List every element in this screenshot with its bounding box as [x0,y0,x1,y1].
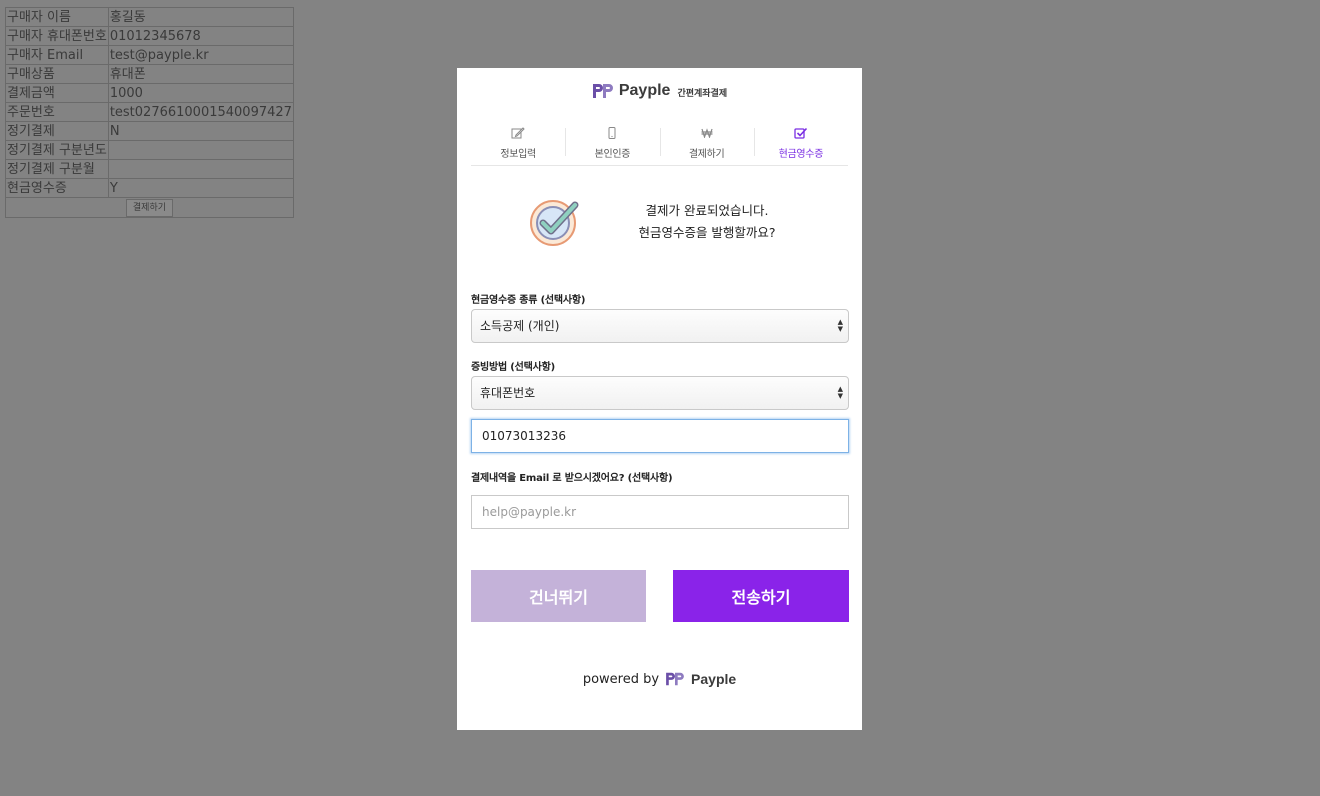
email-label: 결제내역을 Email 로 받으시겠어요? (선택사항) [471,473,673,484]
order-row-label: 결제금액 [5,83,109,103]
order-row: 구매자 이름 홍길동 [5,7,294,27]
complete-message: 결제가 완료되었습니다. 현금영수증을 발행할까요? [627,200,787,244]
step-label: 현금영수증 [778,149,824,160]
powered-by-footer: powered by Payple [457,671,862,687]
order-row: 구매자 휴대폰번호 01012345678 [5,26,294,46]
proof-method-select[interactable]: 휴대폰번호 ▲ ▼ [471,376,849,410]
complete-line-2: 현금영수증을 발행할까요? [638,225,776,240]
order-row-value [107,140,294,160]
email-input[interactable]: help@payple.kr [471,495,849,529]
select-arrows-icon: ▲ ▼ [837,385,843,400]
step-tabs: 정보입력 본인인증 결제하기 현금영수증 [471,126,848,166]
payple-logo-icon [666,672,684,686]
receipt-type-select[interactable]: 소득공제 (개인) ▲ ▼ [471,309,849,343]
step-info[interactable]: 정보입력 [471,126,565,165]
order-row: 정기결제 구분월 [5,159,294,179]
order-row-label: 구매자 이름 [5,7,109,27]
proof-method-label: 증빙방법 (선택사항) [471,362,556,373]
proof-method-value: 휴대폰번호 [480,386,536,400]
order-row: 정기결제 N [5,121,294,141]
phone-number-value: 01073013236 [482,429,566,443]
order-row: 구매상품 휴대폰 [5,64,294,84]
won-icon [701,126,713,140]
select-arrows-icon: ▲ ▼ [837,318,843,333]
order-row: 현금영수증 Y [5,178,294,198]
order-row: 구매자 Email test@payple.kr [5,45,294,65]
order-row-label: 구매자 휴대폰번호 [5,26,109,46]
order-row: 정기결제 구분년도 [5,140,294,160]
payple-logo-icon [592,84,613,98]
send-button[interactable]: 전송하기 [673,570,849,622]
order-row-label: 정기결제 구분월 [5,159,109,179]
pay-button[interactable]: 결제하기 [125,199,174,217]
order-row-value: N [107,121,294,141]
step-label: 본인인증 [594,149,631,160]
order-row-label: 정기결제 [5,121,109,141]
payment-complete-check-icon [530,200,579,246]
order-row-label: 현금영수증 [5,178,109,198]
complete-line-1: 결제가 완료되었습니다. [645,203,769,218]
order-pay-row: 결제하기 [5,197,294,218]
order-row-label: 구매상품 [5,64,109,84]
step-label: 결제하기 [688,149,725,160]
powered-brand-name: Payple [691,671,737,687]
checkbox-icon [794,126,808,140]
order-row-label: 구매자 Email [5,45,109,65]
order-row: 주문번호 test0276610001540097427 [5,102,294,122]
order-row: 결제금액 1000 [5,83,294,103]
order-row-value: 홍길동 [107,7,294,27]
brand-header: Payple 간편계좌결제 [457,82,862,100]
receipt-type-label: 현금영수증 종류 (선택사항) [471,295,586,306]
phone-icon [608,126,616,140]
step-pay[interactable]: 결제하기 [659,126,754,165]
payple-modal: Payple 간편계좌결제 정보입력 본인인증 결제하기 현금영수증 결제가 완… [457,68,862,730]
order-row-value: test0276610001540097427 [107,102,294,122]
phone-number-input[interactable]: 01073013236 [471,419,849,453]
skip-button[interactable]: 건너뛰기 [471,570,646,622]
order-row-value: test@payple.kr [107,45,294,65]
order-row-value [107,159,294,179]
step-cash-receipt[interactable]: 현금영수증 [753,126,848,165]
order-row-value: 휴대폰 [107,64,294,84]
step-label: 정보입력 [500,149,536,160]
brand-subtitle: 간편계좌결제 [677,88,728,99]
order-row-value: 01012345678 [107,26,294,46]
step-verify[interactable]: 본인인증 [565,126,659,165]
brand-name: Payple [618,82,671,99]
order-row-label: 주문번호 [5,102,109,122]
order-row-value: Y [107,178,294,198]
email-placeholder: help@payple.kr [482,505,577,519]
order-row-label: 정기결제 구분년도 [5,140,109,160]
order-info-table: 구매자 이름 홍길동 구매자 휴대폰번호 01012345678 구매자 Email te… [5,7,294,218]
order-row-value: 1000 [107,83,294,103]
receipt-type-value: 소득공제 (개인) [480,319,560,333]
powered-by-text: powered by [582,671,660,687]
edit-icon [511,126,525,140]
